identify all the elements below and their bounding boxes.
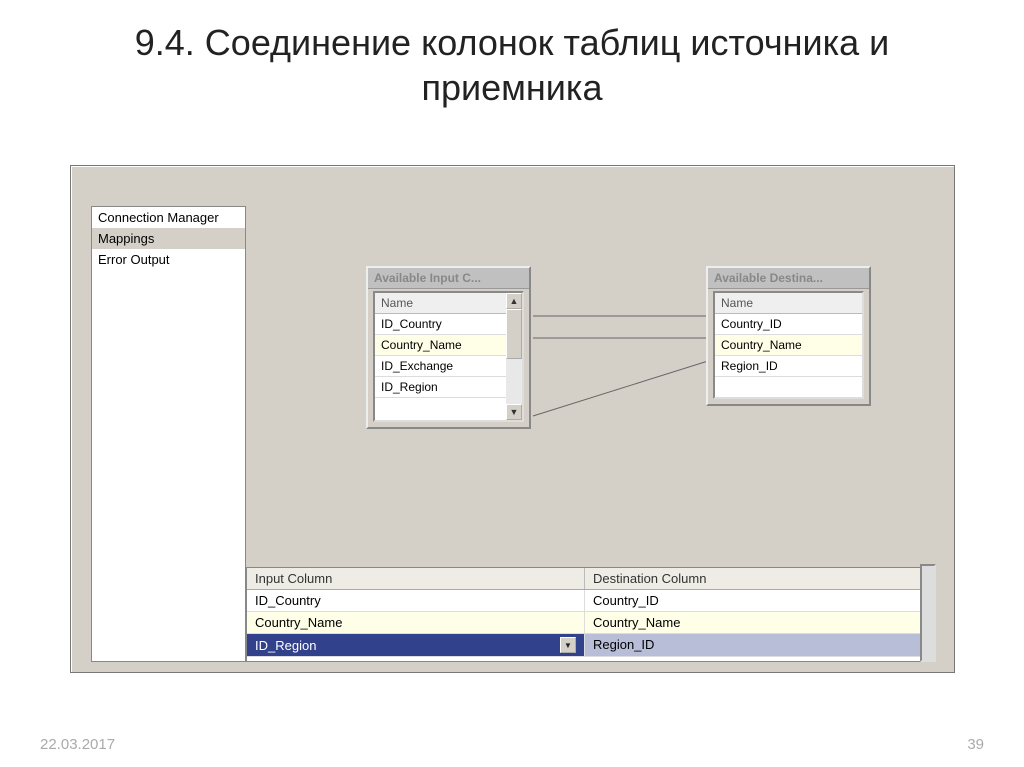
sidebar-item-mappings[interactable]: Mappings (92, 228, 245, 249)
slide-page-number: 39 (967, 736, 984, 753)
slide-footer: 22.03.2017 39 (0, 736, 1024, 753)
editor-dialog: Connection Manager Mappings Error Output… (70, 165, 955, 673)
input-col-header[interactable]: Name (375, 293, 506, 314)
input-col-country-name[interactable]: Country_Name (375, 335, 506, 356)
mapping-table-scrollbar[interactable] (920, 564, 936, 662)
scroll-thumb[interactable] (506, 309, 522, 359)
mapping-row-selected[interactable]: ID_Region ▼ Region_ID (247, 634, 923, 657)
scroll-down-icon[interactable]: ▼ (506, 404, 522, 420)
mapping-table: Input Column Destination Column ID_Count… (246, 567, 924, 662)
dest-col-region-id[interactable]: Region_ID (715, 356, 862, 377)
mapping-dest-cell[interactable]: Country_Name (585, 612, 923, 633)
mapping-input-cell[interactable]: ID_Region ▼ (247, 634, 585, 656)
mapping-input-value: ID_Region (255, 638, 316, 653)
mapping-header-dest[interactable]: Destination Column (585, 568, 923, 589)
mapping-canvas: Available Input C... Name ID_Country Cou… (246, 206, 936, 662)
slide-date: 22.03.2017 (40, 736, 115, 753)
mapping-dest-cell[interactable]: Country_ID (585, 590, 923, 611)
input-col-id-exchange[interactable]: ID_Exchange (375, 356, 506, 377)
sidebar: Connection Manager Mappings Error Output (91, 206, 246, 662)
scroll-up-icon[interactable]: ▲ (506, 293, 522, 309)
mapping-input-cell[interactable]: Country_Name (247, 612, 585, 633)
available-destination-columns-box: Available Destina... Name Country_ID Cou… (706, 266, 871, 406)
sidebar-item-connection-manager[interactable]: Connection Manager (92, 207, 245, 228)
sidebar-item-error-output[interactable]: Error Output (92, 249, 245, 270)
mapping-row[interactable]: Country_Name Country_Name (247, 612, 923, 634)
dropdown-icon[interactable]: ▼ (560, 637, 576, 653)
mapping-dest-cell[interactable]: Region_ID (585, 634, 923, 656)
input-col-id-country[interactable]: ID_Country (375, 314, 506, 335)
mapping-input-cell[interactable]: ID_Country (247, 590, 585, 611)
input-box-title: Available Input C... (368, 268, 529, 289)
dest-col-country-name[interactable]: Country_Name (715, 335, 862, 356)
dest-col-country-id[interactable]: Country_ID (715, 314, 862, 335)
mapping-header-input[interactable]: Input Column (247, 568, 585, 589)
available-input-columns-box: Available Input C... Name ID_Country Cou… (366, 266, 531, 429)
slide-title: 9.4. Соединение колонок таблиц источника… (0, 0, 1024, 120)
mapping-row[interactable]: ID_Country Country_ID (247, 590, 923, 612)
dest-col-header[interactable]: Name (715, 293, 862, 314)
dest-box-title: Available Destina... (708, 268, 869, 289)
input-col-id-region[interactable]: ID_Region (375, 377, 506, 398)
input-scrollbar[interactable]: ▲ ▼ (506, 293, 522, 420)
